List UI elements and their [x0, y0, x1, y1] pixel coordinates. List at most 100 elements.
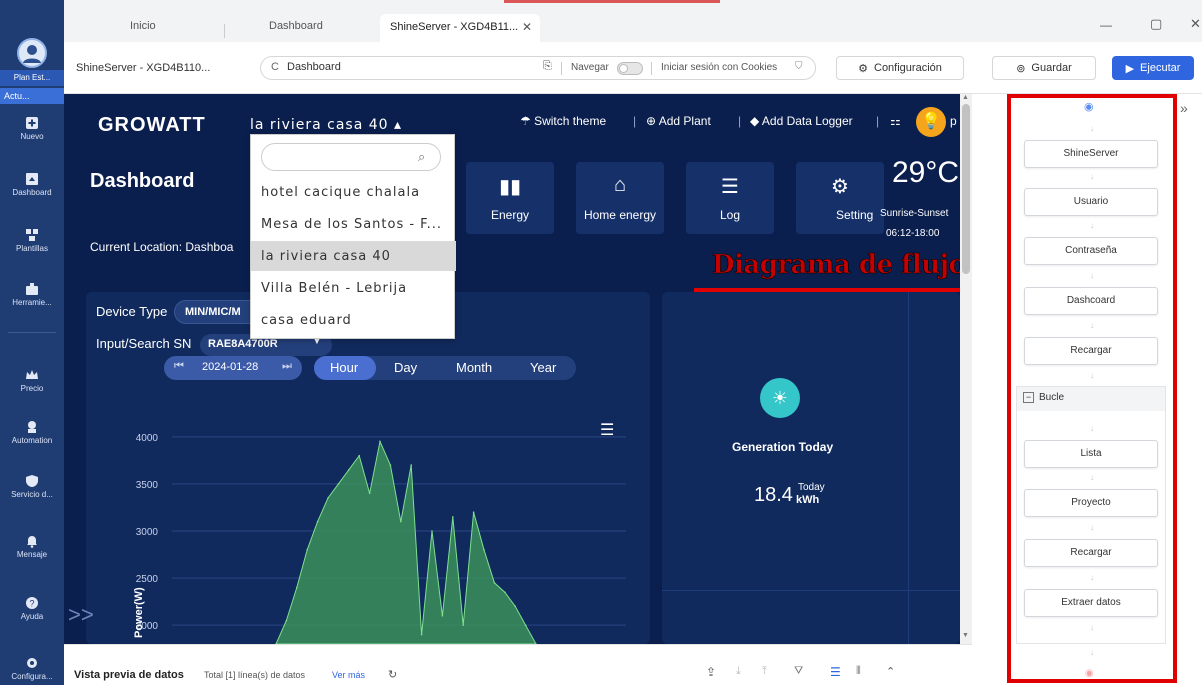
- data-point: [327, 497, 329, 499]
- dropdown-item[interactable]: Villa Belén - Lebrija: [251, 273, 456, 303]
- generation-unit-top: Today: [798, 482, 825, 493]
- tile-home-energy[interactable]: ⌂ Home energy: [576, 162, 664, 234]
- page-scrollbar[interactable]: ▲ ▼: [960, 94, 972, 644]
- maximize-icon[interactable]: ▢: [1150, 16, 1162, 32]
- rail-label: Configura...: [11, 672, 53, 681]
- dropdown-search[interactable]: ⌕: [261, 143, 441, 171]
- annotation-arrow: [694, 282, 1000, 298]
- rail-item-automation[interactable]: Automation: [0, 420, 64, 445]
- log-icon: ☰: [721, 176, 739, 198]
- tile-energy[interactable]: ▮▮ Energy: [466, 162, 554, 234]
- expand-right-icon[interactable]: »: [1180, 100, 1188, 116]
- switch-theme-link[interactable]: ☂ Switch theme: [520, 114, 606, 128]
- active-badge[interactable]: Actu...: [0, 88, 64, 104]
- next-date-icon[interactable]: ⏭: [282, 360, 292, 373]
- list-view-icon[interactable]: ☰: [830, 665, 841, 679]
- rail-item-precio[interactable]: Precio: [0, 368, 64, 393]
- expand-panel-icon[interactable]: >>: [68, 602, 94, 628]
- lightbulb-icon[interactable]: 💡: [916, 107, 946, 137]
- column-view-icon[interactable]: ⦀: [856, 665, 861, 678]
- rail-item-mensaje[interactable]: Mensaje: [0, 534, 64, 559]
- loading-indicator: [504, 0, 720, 3]
- dropdown-item[interactable]: hotel cacique chalala: [251, 177, 456, 207]
- reload-icon[interactable]: C: [271, 61, 279, 73]
- clipped-text: p: [950, 114, 957, 128]
- tab-inicio[interactable]: Inicio: [130, 20, 156, 32]
- dropdown-item-selected[interactable]: la riviera casa 40: [251, 241, 456, 271]
- data-point: [441, 615, 444, 617]
- minimize-icon[interactable]: —: [1100, 18, 1112, 32]
- rail-item-dashboard[interactable]: Dashboard: [0, 172, 64, 197]
- period-day[interactable]: Day: [394, 360, 417, 375]
- plant-selector[interactable]: la riviera casa 40 ▴: [250, 117, 402, 133]
- data-point: [348, 469, 350, 471]
- collapse-icon[interactable]: ⌃: [886, 665, 895, 678]
- upload-icon[interactable]: ⤒: [762, 665, 767, 678]
- period-hour[interactable]: Hour: [330, 360, 358, 375]
- period-month[interactable]: Month: [456, 360, 492, 375]
- tab-label: ShineServer - XGD4B11...: [390, 21, 519, 33]
- address-bar: ShineServer - XGD4B110... C Dashboard ⎘ …: [64, 42, 1202, 94]
- data-point: [285, 619, 288, 622]
- navegar-label: Navegar: [571, 62, 609, 73]
- period-year[interactable]: Year: [530, 360, 556, 375]
- data-point: [368, 492, 371, 495]
- data-point: [524, 624, 527, 626]
- tile-log[interactable]: ☰ Log: [686, 162, 774, 234]
- scrollbar-thumb[interactable]: [962, 104, 970, 274]
- save-button[interactable]: ⊚ Guardar: [992, 56, 1096, 80]
- period-tabs: Hour Day Month Year: [314, 356, 576, 380]
- nav-separator: |: [633, 114, 637, 128]
- date-picker[interactable]: ⏮ 2024-01-28 ⏭: [164, 356, 302, 380]
- sn-label: Input/Search SN: [96, 336, 192, 351]
- add-plant-link[interactable]: ⊕ Add Plant: [646, 114, 711, 128]
- dropdown-item[interactable]: Mesa de los Santos - F...: [251, 209, 456, 239]
- run-button[interactable]: ▶ Ejecutar: [1112, 56, 1194, 80]
- config-button[interactable]: ⚙ Configuración: [836, 56, 964, 80]
- url-field[interactable]: C Dashboard ⎘ Navegar Iniciar sesión con…: [260, 56, 816, 80]
- rail-item-plantillas[interactable]: Plantillas: [0, 228, 64, 253]
- gear-icon: [25, 656, 39, 670]
- scroll-up-icon[interactable]: ▲: [962, 94, 969, 101]
- add-logger-link[interactable]: ◆ Add Data Logger: [750, 114, 853, 128]
- data-point: [514, 605, 516, 608]
- scroll-down-icon[interactable]: ▼: [962, 632, 969, 639]
- export-icon[interactable]: ⇪: [706, 665, 716, 679]
- rail-item-servicio[interactable]: Servicio d...: [0, 474, 64, 499]
- data-point: [379, 440, 381, 443]
- power-chart: 40003500300025002000Power(W): [133, 433, 626, 644]
- filter-icon[interactable]: ⛛: [794, 665, 803, 678]
- close-window-icon[interactable]: ✕: [1190, 16, 1201, 32]
- tile-label: Home energy: [583, 208, 657, 222]
- add-logger-label: Add Data Logger: [761, 114, 853, 128]
- download-icon[interactable]: ⤓: [736, 665, 741, 678]
- rail-item-ayuda[interactable]: ? Ayuda: [0, 596, 64, 621]
- run-label: Ejecutar: [1140, 62, 1181, 74]
- data-point: [316, 520, 319, 523]
- rail-item-configuracion[interactable]: Configura...: [0, 656, 64, 681]
- navegar-toggle[interactable]: [617, 62, 643, 75]
- plan-badge[interactable]: Plan Est...: [0, 70, 64, 86]
- tab-shineserver[interactable]: ShineServer - XGD4B11... ✕: [380, 14, 540, 42]
- switch-theme-label: Switch theme: [534, 114, 607, 128]
- tile-setting[interactable]: ⚙ Setting: [796, 162, 884, 234]
- gear-icon: ⚙: [858, 62, 868, 75]
- cookies-label[interactable]: Iniciar sesión con Cookies: [661, 62, 777, 73]
- play-icon: ▶: [1125, 62, 1135, 75]
- grid-line: [908, 292, 909, 644]
- device-type-label: Device Type: [96, 304, 168, 319]
- url-divider: [561, 62, 562, 75]
- avatar[interactable]: [17, 38, 47, 68]
- dropdown-item[interactable]: casa eduard: [251, 305, 456, 335]
- data-point: [493, 582, 496, 584]
- prev-date-icon[interactable]: ⏮: [174, 360, 184, 373]
- tab-dashboard[interactable]: Dashboard: [269, 20, 323, 32]
- close-tab-icon[interactable]: ✕: [522, 20, 532, 34]
- rail-item-nuevo[interactable]: Nuevo: [0, 116, 64, 141]
- generation-title: Generation Today: [732, 440, 834, 454]
- rail-item-herramientas[interactable]: Herramie...: [0, 282, 64, 307]
- copy-icon[interactable]: ⎘: [543, 60, 552, 73]
- refresh-icon[interactable]: ↻: [388, 668, 397, 681]
- menu-icon[interactable]: ⚏: [890, 114, 901, 128]
- preview-more-link[interactable]: Ver más: [332, 670, 365, 680]
